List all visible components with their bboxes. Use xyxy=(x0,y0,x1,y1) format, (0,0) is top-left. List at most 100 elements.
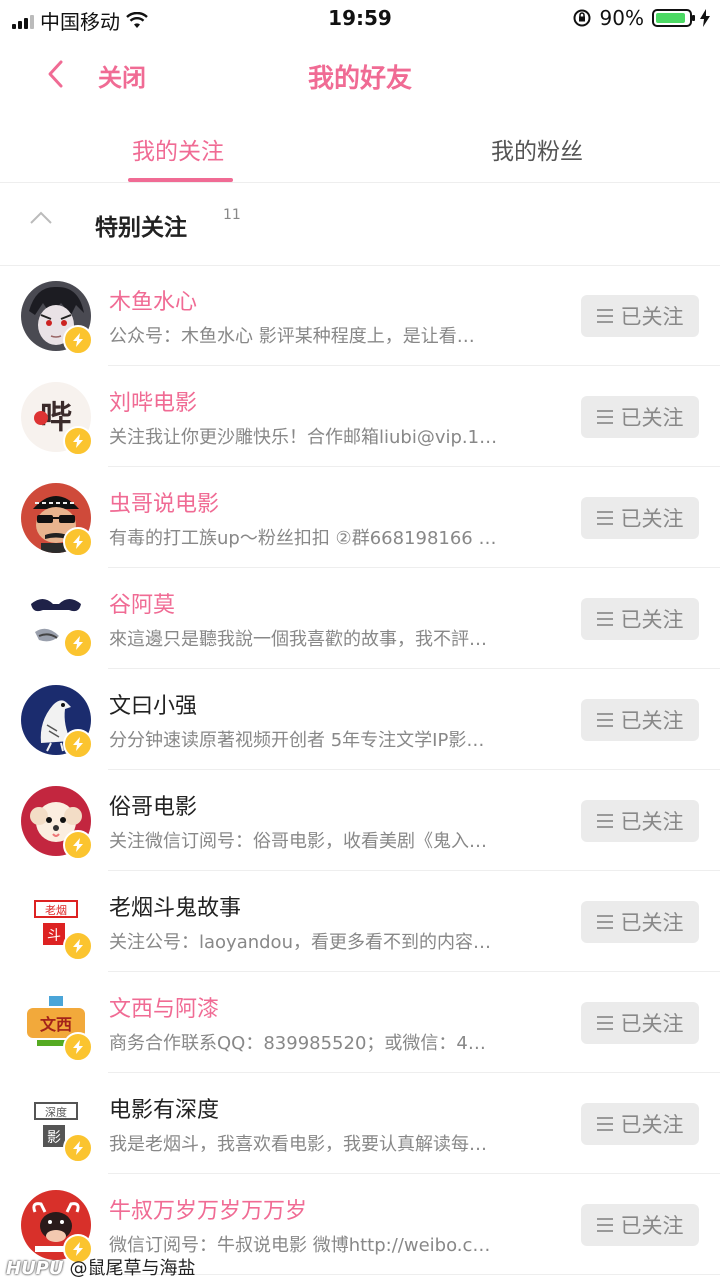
menu-icon xyxy=(596,713,613,727)
user-name[interactable]: 刘哔电影 xyxy=(109,385,197,417)
user-name[interactable]: 文西与阿漆 xyxy=(109,991,219,1023)
followed-label: 已关注 xyxy=(620,608,684,632)
menu-icon xyxy=(596,612,613,626)
user-description: 有毒的打工族up～粉丝扣扣 ②群668198166 … xyxy=(109,528,497,549)
avatar[interactable] xyxy=(21,786,93,860)
watermark-text: @鼠尾草与海盐 xyxy=(69,1258,196,1279)
followed-label: 已关注 xyxy=(620,305,684,329)
list-item[interactable]: 谷阿莫來這邊只是聽我說一個我喜歡的故事，我不評… 已关注 xyxy=(0,568,720,669)
avatar[interactable]: 老烟斗 xyxy=(21,887,93,961)
verified-bolt-icon xyxy=(63,325,93,355)
nav-bar: 关闭 我的好友 xyxy=(0,46,720,102)
user-name[interactable]: 木鱼水心 xyxy=(109,284,197,316)
menu-icon xyxy=(596,1016,613,1030)
user-name[interactable]: 老烟斗鬼故事 xyxy=(109,890,241,922)
list-item[interactable]: 老烟斗老烟斗鬼故事 关注公号：laoyandou，看更多看不到的内容… 已关注 xyxy=(0,871,720,972)
menu-icon xyxy=(596,511,613,525)
followed-button[interactable]: 已关注 xyxy=(581,497,699,539)
list-item[interactable]: 俗哥电影关注微信订阅号：俗哥电影，收看美剧《鬼入… 已关注 xyxy=(0,770,720,871)
svg-text:影: 影 xyxy=(47,1130,61,1146)
followed-label: 已关注 xyxy=(620,406,684,430)
followed-button[interactable]: 已关注 xyxy=(581,1002,699,1044)
group-name: 特别关注 xyxy=(95,215,187,241)
followed-label: 已关注 xyxy=(620,1012,684,1036)
avatar[interactable]: 深度影 xyxy=(21,1089,93,1163)
followed-label: 已关注 xyxy=(620,1113,684,1137)
following-list: 木鱼水心 公众号：木鱼水心 影评某种程度上，是让看… 已关注哔刘哔电影 关注我让你更沙… xyxy=(0,265,720,1275)
svg-text:斗: 斗 xyxy=(47,928,61,944)
followed-button[interactable]: 已关注 xyxy=(581,901,699,943)
orientation-lock-icon xyxy=(573,9,591,27)
user-description: 关注公号：laoyandou，看更多看不到的内容… xyxy=(109,932,491,953)
list-item[interactable]: 文西 文西与阿漆商务合作联系QQ：839985520；或微信：4… 已关注 xyxy=(0,972,720,1073)
user-name[interactable]: 俗哥电影 xyxy=(109,789,197,821)
avatar[interactable] xyxy=(21,1190,93,1264)
verified-bolt-icon xyxy=(63,1032,93,1062)
user-description: 关注微信订阅号：俗哥电影，收看美剧《鬼入… xyxy=(109,831,487,852)
tab-indicator xyxy=(128,178,233,182)
avatar[interactable]: 文西 xyxy=(21,988,93,1062)
user-description: 关注我让你更沙雕快乐！合作邮箱liubi@vip.1… xyxy=(109,427,498,448)
user-description: 來這邊只是聽我說一個我喜歡的故事，我不評… xyxy=(109,629,487,650)
menu-icon xyxy=(596,915,613,929)
list-item[interactable]: 哔刘哔电影关注我让你更沙雕快乐！合作邮箱liubi@vip.1… 已关注 xyxy=(0,366,720,467)
user-name[interactable]: 虫哥说电影 xyxy=(109,486,219,518)
followed-button[interactable]: 已关注 xyxy=(581,295,699,337)
watermark: HUPU @鼠尾草与海盐 xyxy=(6,1254,196,1280)
battery-icon xyxy=(652,9,695,27)
menu-icon xyxy=(596,814,613,828)
menu-icon xyxy=(596,1218,613,1232)
verified-bolt-icon xyxy=(63,628,93,658)
user-name[interactable]: 牛叔万岁万岁万万岁 xyxy=(109,1193,307,1225)
status-bar: 中国移动 19:59 90% xyxy=(0,0,720,36)
list-item[interactable]: 文曰小强分分钟速读原著视频开创者 5年专注文学IP影… 已关注 xyxy=(0,669,720,770)
user-description: 商务合作联系QQ：839985520；或微信：4… xyxy=(109,1033,486,1054)
battery-percent: 90% xyxy=(599,6,644,30)
menu-icon xyxy=(596,1117,613,1131)
followed-button[interactable]: 已关注 xyxy=(581,396,699,438)
page-title: 我的好友 xyxy=(307,64,412,94)
followed-button[interactable]: 已关注 xyxy=(581,1103,699,1145)
followed-button[interactable]: 已关注 xyxy=(581,699,699,741)
chevron-up-icon[interactable] xyxy=(28,205,54,231)
verified-bolt-icon xyxy=(63,830,93,860)
list-item[interactable]: 虫哥说电影有毒的打工族up～粉丝扣扣 ②群668198166 … 已关注 xyxy=(0,467,720,568)
user-name[interactable]: 谷阿莫 xyxy=(109,587,175,619)
list-item[interactable]: 木鱼水心公众号：木鱼水心 影评某种程度上，是让看… 已关注 xyxy=(0,265,720,366)
followed-button[interactable]: 已关注 xyxy=(581,800,699,842)
svg-text:文西: 文西 xyxy=(40,1015,72,1034)
tab-fans[interactable]: 我的粉丝 xyxy=(491,132,583,166)
group-count: 11 xyxy=(223,207,241,223)
user-description: 公众号：木鱼水心 影评某种程度上，是让看… xyxy=(109,326,475,347)
verified-bolt-icon xyxy=(63,931,93,961)
svg-text:深度: 深度 xyxy=(45,1105,67,1119)
followed-label: 已关注 xyxy=(620,810,684,834)
tab-following[interactable]: 我的关注 xyxy=(132,132,224,166)
followed-button[interactable]: 已关注 xyxy=(581,1204,699,1246)
avatar[interactable] xyxy=(21,584,93,658)
watermark-brand: HUPU xyxy=(6,1258,64,1279)
user-name[interactable]: 电影有深度 xyxy=(109,1092,219,1124)
verified-bolt-icon xyxy=(63,729,93,759)
followed-label: 已关注 xyxy=(620,1214,684,1238)
verified-bolt-icon xyxy=(63,426,93,456)
menu-icon xyxy=(596,410,613,424)
list-item[interactable]: 深度影电影有深度 我是老烟斗，我喜欢看电影，我要认真解读每… 已关注 xyxy=(0,1073,720,1174)
user-description: 分分钟速读原著视频开创者 5年专注文学IP影… xyxy=(109,730,485,751)
verified-bolt-icon xyxy=(63,527,93,557)
avatar[interactable]: 哔 xyxy=(21,382,93,456)
followed-label: 已关注 xyxy=(620,911,684,935)
avatar[interactable] xyxy=(21,281,93,355)
followed-button[interactable]: 已关注 xyxy=(581,598,699,640)
svg-text:老烟: 老烟 xyxy=(45,903,67,917)
avatar[interactable] xyxy=(21,685,93,759)
user-name[interactable]: 文曰小强 xyxy=(109,688,197,720)
menu-icon xyxy=(596,309,613,323)
avatar[interactable] xyxy=(21,483,93,557)
followed-label: 已关注 xyxy=(620,507,684,531)
followed-label: 已关注 xyxy=(620,709,684,733)
user-description: 我是老烟斗，我喜欢看电影，我要认真解读每… xyxy=(109,1134,487,1155)
charging-icon xyxy=(700,9,710,27)
group-header-special[interactable]: 特别关注 11 xyxy=(0,183,720,266)
verified-bolt-icon xyxy=(63,1133,93,1163)
